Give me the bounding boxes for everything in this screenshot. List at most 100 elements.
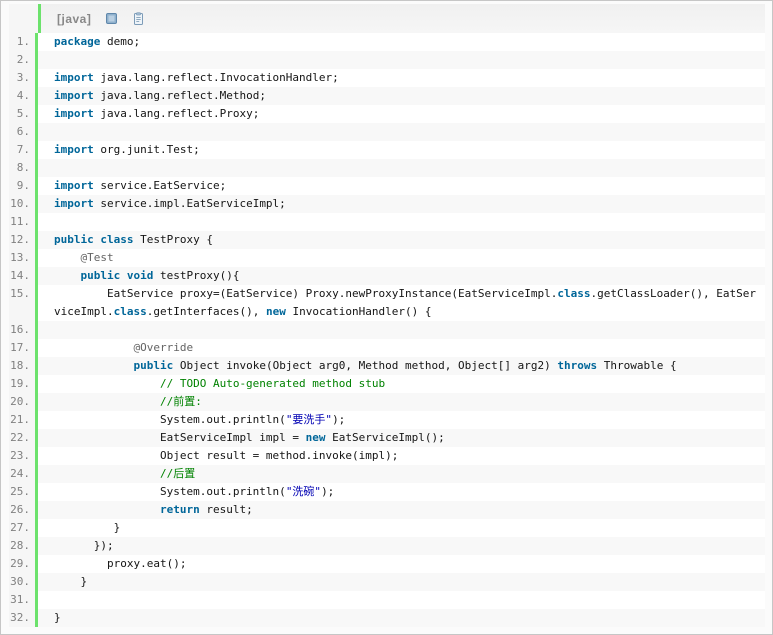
code-token: public — [133, 359, 174, 372]
line-number: 21. — [9, 411, 38, 429]
code-text: // TODO Auto-generated method stub — [38, 375, 765, 393]
code-token: return — [159, 503, 200, 516]
code-token: result; — [199, 503, 253, 516]
code-text — [38, 123, 765, 141]
code-token: void — [126, 269, 154, 282]
code-line: 23. Object result = method.invoke(impl); — [9, 447, 765, 465]
line-number: 22. — [9, 429, 38, 447]
code-token: Object invoke(Object arg0, Method method… — [173, 359, 558, 372]
code-token: class — [557, 287, 591, 300]
code-token: }); — [54, 539, 114, 552]
line-number: 11. — [9, 213, 38, 231]
code-line: 14. public void testProxy(){ — [9, 267, 765, 285]
line-number: 28. — [9, 537, 38, 555]
code-text: } — [38, 609, 765, 627]
code-token: public — [80, 269, 121, 282]
code-text: }); — [38, 537, 765, 555]
code-line: 30. } — [9, 573, 765, 591]
code-text: import java.lang.reflect.Proxy; — [38, 105, 765, 123]
line-number: 10. — [9, 195, 38, 213]
line-number: 23. — [9, 447, 38, 465]
code-token: public — [54, 233, 94, 246]
code-token: package — [54, 35, 101, 48]
code-text: EatServiceImpl impl = new EatServiceImpl… — [38, 429, 765, 447]
line-number: 13. — [9, 249, 38, 267]
code-line: 10. import service.impl.EatServiceImpl; — [9, 195, 765, 213]
code-text: EatService proxy=(EatService) Proxy.newP… — [38, 285, 765, 321]
code-token: import — [54, 107, 94, 120]
code-block: [java] 1. package demo; 2. 3. import jav… — [9, 4, 765, 627]
code-line: 3. import java.lang.reflect.InvocationHan… — [9, 69, 765, 87]
code-token: } — [54, 521, 121, 534]
code-text: import java.lang.reflect.InvocationHandl… — [38, 69, 765, 87]
code-line: 24. //后置 — [9, 465, 765, 483]
code-token: import — [54, 197, 94, 210]
code-viewer: [java] 1. package demo; 2. 3. import jav… — [0, 0, 773, 635]
code-line: 9. import service.EatService; — [9, 177, 765, 195]
code-line: 13. @Test — [9, 249, 765, 267]
code-line: 1. package demo; — [9, 33, 765, 51]
code-line: 15. EatService proxy=(EatService) Proxy.… — [9, 285, 765, 321]
code-token: java.lang.reflect.Proxy; — [93, 107, 260, 120]
code-token: service.EatService; — [93, 179, 227, 192]
header-gutter-spacer — [9, 4, 41, 33]
line-number: 12. — [9, 231, 38, 249]
code-token: Throwable { — [597, 359, 677, 372]
code-text: public class TestProxy { — [38, 231, 765, 249]
code-text — [38, 159, 765, 177]
code-token: class — [113, 305, 147, 318]
code-line: 4. import java.lang.reflect.Method; — [9, 87, 765, 105]
language-label: [java] — [57, 11, 92, 26]
line-number: 1. — [9, 33, 38, 51]
code-token: EatServiceImpl(); — [325, 431, 445, 444]
code-text: System.out.println("要洗手"); — [38, 411, 765, 429]
code-token: EatService proxy=(EatService) Proxy.newP… — [54, 287, 558, 300]
line-number: 17. — [9, 339, 38, 357]
code-text: proxy.eat(); — [38, 555, 765, 573]
code-token: throws — [557, 359, 598, 372]
code-text: return result; — [38, 501, 765, 519]
line-number: 14. — [9, 267, 38, 285]
line-number: 31. — [9, 591, 38, 609]
code-lines: 1. package demo; 2. 3. import java.lang.refl… — [9, 33, 765, 627]
code-token: System.out.println( — [54, 485, 286, 498]
code-text: @Override — [38, 339, 765, 357]
code-token: "要洗手" — [285, 413, 333, 426]
line-number: 4. — [9, 87, 38, 105]
code-line: 6. — [9, 123, 765, 141]
code-token: ); — [321, 485, 335, 498]
line-number: 16. — [9, 321, 38, 339]
header-toolbar: [java] — [41, 4, 765, 33]
code-text: import service.impl.EatServiceImpl; — [38, 195, 765, 213]
code-line: 28. }); — [9, 537, 765, 555]
code-line: 32.} — [9, 609, 765, 627]
line-number: 6. — [9, 123, 38, 141]
code-token: import — [54, 179, 94, 192]
code-token: testProxy(){ — [153, 269, 240, 282]
line-number: 26. — [9, 501, 38, 519]
line-number: 19. — [9, 375, 38, 393]
code-line: 20. //前置: — [9, 393, 765, 411]
code-token: Object result = method.invoke(impl); — [54, 449, 399, 462]
code-line: 22. EatServiceImpl impl = new EatService… — [9, 429, 765, 447]
copy-icon[interactable] — [132, 11, 145, 26]
code-text: //前置: — [38, 393, 765, 411]
code-text: package demo; — [38, 33, 765, 51]
code-token: service.impl.EatServiceImpl; — [93, 197, 286, 210]
code-text: import java.lang.reflect.Method; — [38, 87, 765, 105]
code-token: // TODO Auto-generated method stub — [159, 377, 386, 390]
line-number: 5. — [9, 105, 38, 123]
line-number: 30. — [9, 573, 38, 591]
code-line: 26. return result; — [9, 501, 765, 519]
line-number: 15. — [9, 285, 38, 321]
code-line: 7. import org.junit.Test; — [9, 141, 765, 159]
code-token: } — [54, 611, 61, 624]
code-token: @Test — [80, 251, 114, 264]
code-line: 21. System.out.println("要洗手"); — [9, 411, 765, 429]
code-token: import — [54, 89, 94, 102]
view-source-icon[interactable] — [105, 12, 118, 25]
